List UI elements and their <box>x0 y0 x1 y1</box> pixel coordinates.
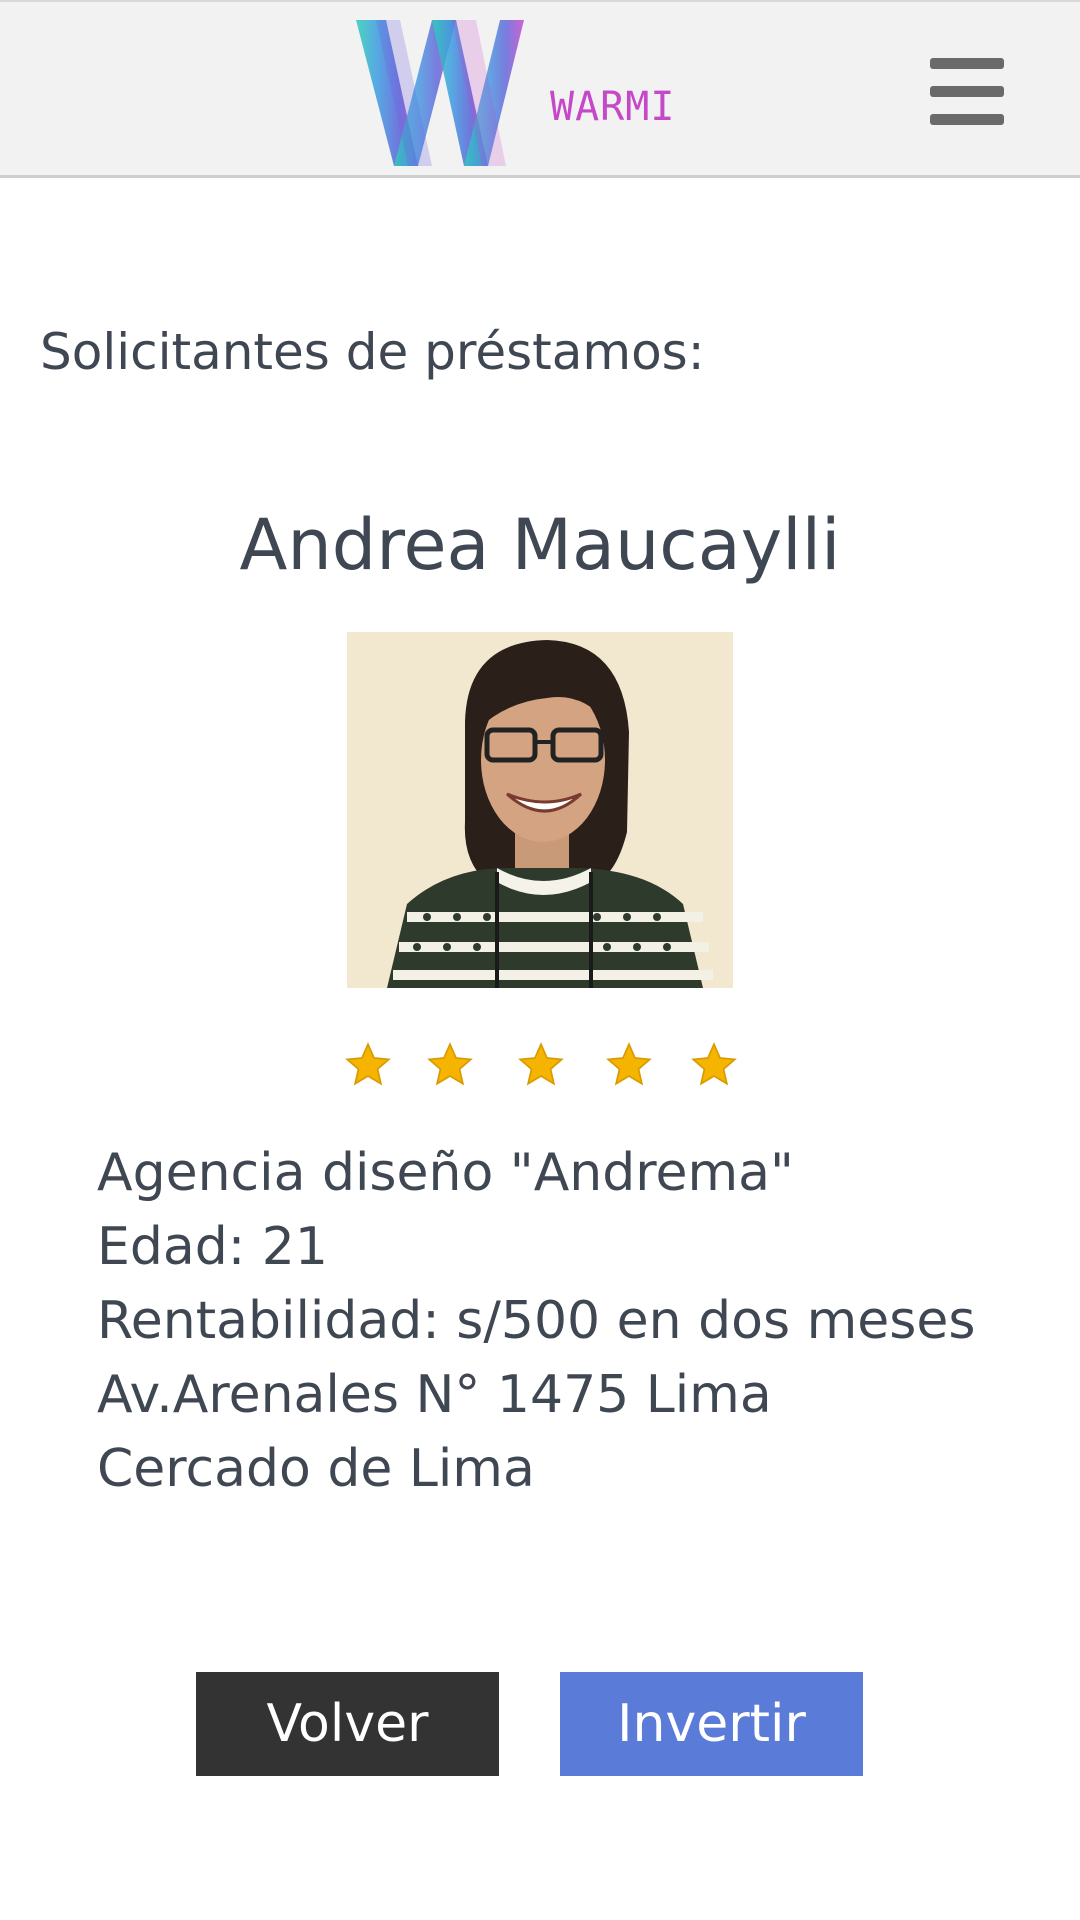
age: Edad: 21 <box>97 1217 328 1277</box>
back-button[interactable]: Volver <box>196 1672 499 1776</box>
applicant-photo <box>347 632 733 988</box>
warmi-logo[interactable]: WARMI <box>356 20 686 170</box>
applicant-name: Andrea Maucaylli <box>239 504 841 586</box>
business-name: Agencia diseño "Andrema" <box>97 1143 794 1203</box>
star-rating <box>0 1040 1080 1100</box>
hamburger-menu-icon[interactable] <box>920 52 1010 132</box>
star-icon <box>606 1042 652 1086</box>
star-icon <box>691 1042 737 1086</box>
section-title: Solicitantes de préstamos: <box>40 323 705 381</box>
app-header: WARMI <box>0 0 1080 178</box>
applicant-details: Agencia diseño "Andrema" Edad: 21 Rentab… <box>97 1136 975 1506</box>
district: Cercado de Lima <box>97 1439 535 1499</box>
star-icon <box>345 1042 391 1086</box>
star-icon <box>427 1042 473 1086</box>
applicant-photo-illustration <box>347 632 733 988</box>
logo-text: WARMI <box>550 84 676 130</box>
profitability: Rentabilidad: s/500 en dos meses <box>97 1291 976 1351</box>
logo-w-mark <box>356 20 524 166</box>
star-icon <box>518 1042 564 1086</box>
address: Av.Arenales N° 1475 Lima <box>97 1365 772 1425</box>
invest-button[interactable]: Invertir <box>560 1672 863 1776</box>
